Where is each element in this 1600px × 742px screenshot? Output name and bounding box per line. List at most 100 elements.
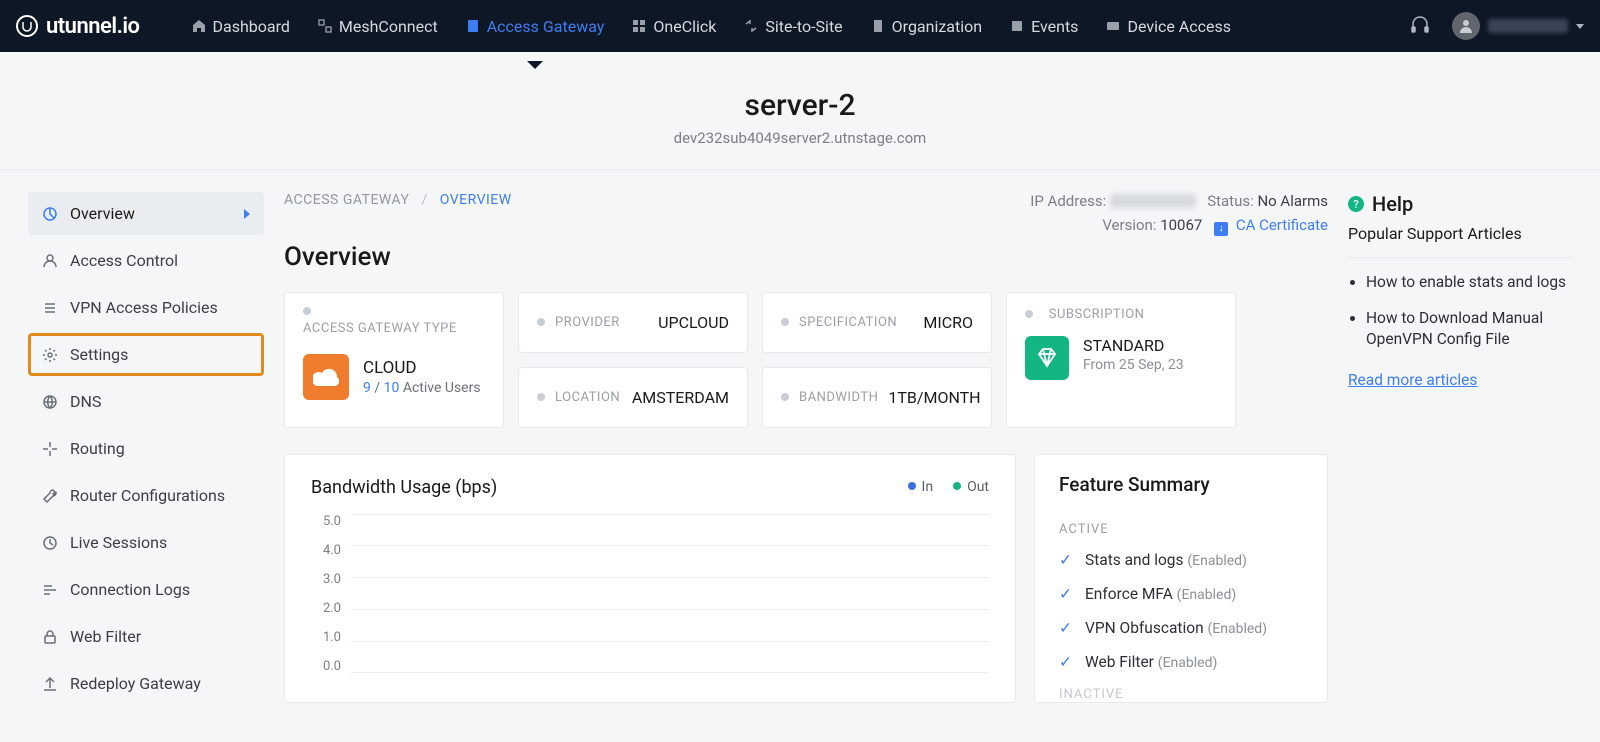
ca-cert-link[interactable]: CA Certificate	[1236, 216, 1328, 234]
main: ACCESS GATEWAY / OVERVIEW IP Address: St…	[284, 192, 1328, 709]
cards-row: ACCESS GATEWAY TYPE CLOUD 9 / 10 Active …	[284, 292, 1328, 428]
legend-dot-in	[908, 482, 916, 490]
globe-icon	[42, 394, 58, 410]
sidebar-item-settings[interactable]: Settings	[28, 333, 264, 376]
breadcrumb-sep: /	[421, 192, 427, 208]
avatar	[1452, 12, 1480, 40]
page-header: server-2 dev232sub4049server2.utnstage.c…	[0, 52, 1600, 170]
nav-organization[interactable]: Organization	[859, 9, 994, 44]
nav-label: Events	[1031, 17, 1078, 36]
help-article[interactable]: How to enable stats and logs	[1366, 272, 1572, 294]
sidebar-item-label: Routing	[70, 439, 125, 458]
nav-device-access[interactable]: Device Access	[1094, 9, 1243, 44]
brand-logo[interactable]: utunnel.io	[16, 14, 140, 39]
subscription-value: STANDARD	[1083, 336, 1184, 355]
check-icon: ✓	[1059, 653, 1073, 671]
feature-item: ✓ Enforce MFA (Enabled)	[1059, 585, 1303, 603]
breadcrumb: ACCESS GATEWAY / OVERVIEW	[284, 192, 512, 208]
user-name	[1488, 19, 1568, 33]
chart-title: Bandwidth Usage (bps)	[311, 477, 497, 498]
version-label: Version:	[1102, 216, 1156, 234]
nav-oneclick[interactable]: OneClick	[620, 9, 728, 44]
active-nav-pointer	[527, 61, 543, 69]
sidebar-item-label: Redeploy Gateway	[70, 674, 201, 693]
gem-icon	[1025, 336, 1069, 380]
version-value: 10067	[1160, 216, 1202, 234]
status-value: No Alarms	[1257, 192, 1328, 210]
crumbs-row: ACCESS GATEWAY / OVERVIEW IP Address: St…	[284, 192, 1328, 236]
card-label: PROVIDER	[555, 315, 620, 330]
chevron-down-icon	[1576, 24, 1584, 29]
nav-dashboard[interactable]: Dashboard	[180, 9, 302, 44]
location-value: AMSTERDAM	[632, 388, 729, 407]
feature-title: Feature Summary	[1059, 473, 1303, 496]
status-block: IP Address: Status: No Alarms Version: 1…	[1030, 192, 1328, 236]
site-icon	[744, 19, 758, 33]
feature-inactive-label: INACTIVE	[1059, 687, 1303, 702]
sidebar-item-overview[interactable]: Overview	[28, 192, 264, 235]
sidebar-item-live-sessions[interactable]: Live Sessions	[28, 521, 264, 564]
nav-access-gateway[interactable]: Access Gateway	[454, 9, 617, 44]
user-menu[interactable]	[1452, 12, 1584, 40]
lock-icon	[42, 629, 58, 645]
feature-summary: Feature Summary ACTIVE ✓ Stats and logs …	[1034, 454, 1328, 703]
chart-yaxis: 5.0 4.0 3.0 2.0 1.0 0.0	[311, 514, 351, 674]
sidebar-item-label: Access Control	[70, 251, 178, 270]
ip-label: IP Address:	[1030, 192, 1106, 210]
nav-label: Site-to-Site	[765, 17, 842, 36]
sidebar-item-access-control[interactable]: Access Control	[28, 239, 264, 282]
sidebar-item-router-config[interactable]: Router Configurations	[28, 474, 264, 517]
card-label: ACCESS GATEWAY TYPE	[303, 321, 485, 336]
cloud-icon	[303, 354, 349, 400]
sidebar-item-label: Connection Logs	[70, 580, 190, 599]
feature-active-label: ACTIVE	[1059, 522, 1303, 537]
help-more-link[interactable]: Read more articles	[1348, 371, 1477, 389]
layout: Overview Access Control VPN Access Polic…	[0, 170, 1600, 709]
page-title: server-2	[0, 88, 1600, 123]
dot-icon	[1025, 310, 1033, 318]
nav-events[interactable]: Events	[998, 9, 1090, 44]
nav-site-to-site[interactable]: Site-to-Site	[732, 9, 854, 44]
help-subtitle: Popular Support Articles	[1348, 224, 1572, 258]
sidebar-item-routing[interactable]: Routing	[28, 427, 264, 470]
card-gateway-type: ACCESS GATEWAY TYPE CLOUD 9 / 10 Active …	[284, 292, 504, 428]
sidebar: Overview Access Control VPN Access Polic…	[28, 192, 264, 709]
feature-item: ✓ Stats and logs (Enabled)	[1059, 551, 1303, 569]
nav-label: Device Access	[1127, 17, 1231, 36]
pie-icon	[42, 206, 58, 222]
sidebar-item-label: Web Filter	[70, 627, 141, 646]
sidebar-item-label: VPN Access Policies	[70, 298, 218, 317]
sidebar-item-redeploy[interactable]: Redeploy Gateway	[28, 662, 264, 705]
nav-right	[1410, 12, 1584, 40]
sidebar-item-web-filter[interactable]: Web Filter	[28, 615, 264, 658]
support-icon[interactable]	[1410, 16, 1430, 36]
check-icon: ✓	[1059, 585, 1073, 603]
chart-grid	[351, 514, 989, 674]
upload-icon	[42, 676, 58, 692]
help-article[interactable]: How to Download Manual OpenVPN Config Fi…	[1366, 308, 1572, 351]
card-spec: SPECIFICATION MICRO	[762, 292, 992, 353]
org-icon	[871, 19, 885, 33]
nav-label: Access Gateway	[487, 17, 605, 36]
sidebar-item-vpn-policies[interactable]: VPN Access Policies	[28, 286, 264, 329]
sidebar-item-dns[interactable]: DNS	[28, 380, 264, 423]
dot-icon	[537, 318, 545, 326]
breadcrumb-root[interactable]: ACCESS GATEWAY	[284, 192, 409, 208]
spec-value: MICRO	[923, 313, 973, 332]
heading: Overview	[284, 242, 1328, 272]
nav-label: MeshConnect	[339, 17, 438, 36]
feature-item: ✓ VPN Obfuscation (Enabled)	[1059, 619, 1303, 637]
card-subscription: SUBSCRIPTION STANDARD From 25 Sep, 23	[1006, 292, 1236, 428]
sidebar-item-label: Overview	[70, 204, 135, 223]
download-icon: ↓	[1214, 222, 1228, 236]
dot-icon	[537, 393, 545, 401]
check-icon: ✓	[1059, 619, 1073, 637]
sidebar-item-connection-logs[interactable]: Connection Logs	[28, 568, 264, 611]
subscription-date: From 25 Sep, 23	[1083, 357, 1184, 373]
sidebar-item-label: Router Configurations	[70, 486, 225, 505]
clock-icon	[42, 535, 58, 551]
home-icon	[192, 19, 206, 33]
page-hostname: dev232sub4049server2.utnstage.com	[0, 129, 1600, 147]
nav-meshconnect[interactable]: MeshConnect	[306, 9, 450, 44]
gateway-icon	[466, 19, 480, 33]
